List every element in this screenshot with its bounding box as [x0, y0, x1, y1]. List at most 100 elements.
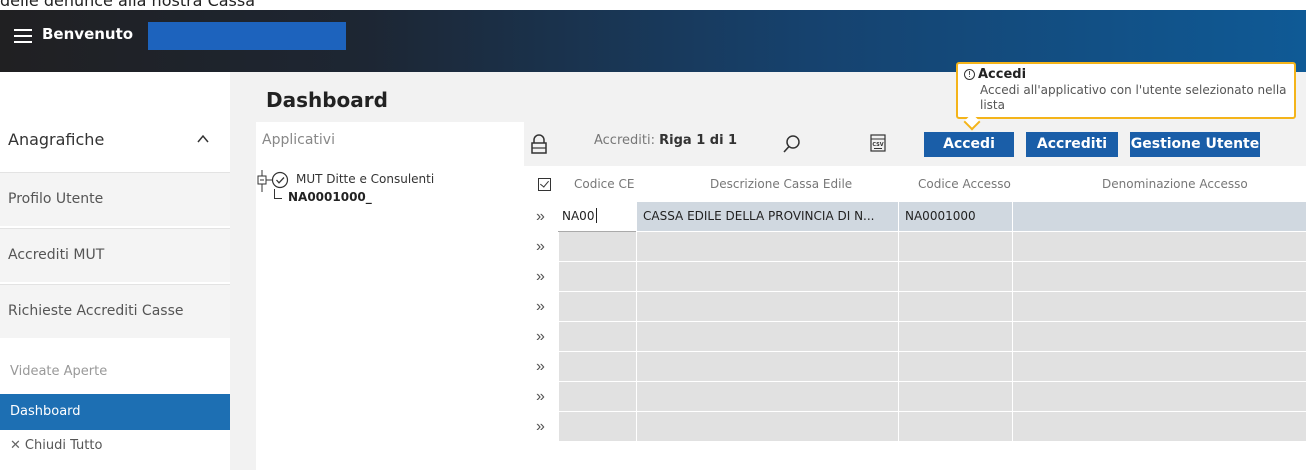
row-expand-icon[interactable]: » — [536, 298, 545, 316]
username-redacted — [148, 22, 346, 50]
cell-denominazione[interactable] — [1012, 322, 1306, 351]
sidebar-section-anagrafiche[interactable]: Anagrafiche — [0, 128, 230, 156]
accedi-button[interactable]: Accedi — [924, 132, 1014, 157]
cell-codice-ce[interactable] — [558, 232, 636, 261]
cell-denominazione[interactable] — [1012, 262, 1306, 291]
cell-denominazione[interactable] — [1012, 232, 1306, 261]
cell-codice-accesso[interactable] — [898, 322, 1012, 351]
accedi-tooltip: ! Accedi Accedi all'applicativo con l'ute… — [956, 62, 1296, 119]
close-all-label: Chiudi Tutto — [24, 438, 103, 453]
sidebar-item-profilo-utente[interactable]: Profilo Utente — [0, 172, 230, 226]
tree-node-mut[interactable]: MUT Ditte e Consulenti — [256, 170, 524, 192]
tree-node-label: MUT Ditte e Consulenti — [296, 172, 435, 186]
sidebar-item-accrediti-mut[interactable]: Accrediti MUT — [0, 228, 230, 282]
accrediti-count: Riga 1 di 1 — [659, 133, 738, 148]
cell-descrizione[interactable] — [636, 262, 898, 291]
close-all-button[interactable]: ✕ Chiudi Tutto — [10, 438, 102, 453]
cell-codice-ce[interactable] — [558, 412, 636, 441]
cell-descrizione[interactable] — [636, 292, 898, 321]
table-row[interactable]: » — [524, 262, 1306, 292]
table-row[interactable]: » — [524, 232, 1306, 262]
grid-toolbar: Accrediti: Riga 1 di 1 CSV Accedi Accred… — [524, 122, 1306, 164]
cell-codice-ce[interactable] — [558, 262, 636, 291]
select-all-checkbox[interactable] — [538, 178, 551, 191]
row-expand-icon[interactable]: » — [536, 358, 545, 376]
csv-export-icon[interactable]: CSV — [870, 134, 886, 152]
cell-denominazione[interactable] — [1012, 292, 1306, 321]
cell-value: NA0001000 — [905, 209, 976, 223]
sidebar: Anagrafiche Profilo Utente Accrediti MUT… — [0, 72, 230, 470]
lock-icon[interactable] — [530, 134, 548, 154]
column-header-denominazione[interactable]: Denominazione Accesso — [1102, 177, 1248, 191]
cell-codice-accesso[interactable] — [898, 412, 1012, 441]
table-row[interactable]: » — [524, 382, 1306, 412]
open-view-label: Dashboard — [10, 404, 81, 419]
sidebar-item-label: Profilo Utente — [8, 191, 104, 207]
cell-descrizione[interactable] — [636, 352, 898, 381]
table-row[interactable]: » NA00 CASSA EDILE DELLA PROVINCIA DI N...… — [524, 202, 1306, 232]
accrediti-button[interactable]: Accrediti — [1026, 132, 1118, 157]
row-expand-icon[interactable]: » — [536, 208, 545, 226]
applications-label: Applicativi — [262, 132, 335, 148]
tree-elbow — [274, 189, 282, 199]
page-caption: delle denunce alla nostra Cassa — [0, 0, 256, 10]
cell-codice-accesso[interactable] — [898, 262, 1012, 291]
open-views-label: Videate Aperte — [10, 364, 108, 379]
gestione-utente-button[interactable]: Gestione Utente — [1130, 132, 1260, 157]
welcome-label: Benvenuto — [42, 25, 134, 43]
accrediti-grid: Codice CE Descrizione Cassa Edile Codice… — [524, 166, 1306, 470]
column-header-codice-ce[interactable]: Codice CE — [574, 177, 634, 191]
tree-child-label: NA0001000_ — [288, 190, 372, 204]
page-title: Dashboard — [266, 88, 388, 112]
sidebar-section-label: Anagrafiche — [8, 130, 105, 149]
text-caret — [596, 208, 597, 223]
table-row[interactable]: » — [524, 412, 1306, 442]
cell-codice-accesso[interactable] — [898, 292, 1012, 321]
cell-codice-accesso[interactable] — [898, 232, 1012, 261]
cell-value: CASSA EDILE DELLA PROVINCIA DI N... — [643, 209, 875, 223]
svg-text:CSV: CSV — [872, 142, 883, 148]
sidebar-item-label: Richieste Accrediti Casse — [8, 303, 184, 319]
row-expand-icon[interactable]: » — [536, 238, 545, 256]
search-icon[interactable] — [782, 134, 802, 154]
cell-codice-ce[interactable] — [558, 352, 636, 381]
cell-codice-accesso[interactable] — [898, 382, 1012, 411]
accrediti-prefix: Accrediti: — [594, 133, 655, 148]
cell-descrizione[interactable]: CASSA EDILE DELLA PROVINCIA DI N... — [636, 202, 898, 231]
table-row[interactable]: » — [524, 322, 1306, 352]
info-icon: ! — [964, 69, 975, 80]
row-expand-icon[interactable]: » — [536, 268, 545, 286]
cell-denominazione[interactable] — [1012, 352, 1306, 381]
grid-header: Codice CE Descrizione Cassa Edile Codice… — [524, 166, 1306, 202]
main-content: Dashboard Applicativi MUT Ditte e Consul… — [230, 72, 1306, 470]
sidebar-item-richieste-accrediti[interactable]: Richieste Accrediti Casse — [0, 284, 230, 338]
hamburger-menu-icon[interactable] — [14, 29, 32, 43]
cell-descrizione[interactable] — [636, 382, 898, 411]
cell-denominazione[interactable] — [1012, 412, 1306, 441]
open-view-dashboard[interactable]: Dashboard — [0, 394, 230, 430]
cell-denominazione[interactable] — [1012, 202, 1306, 231]
tooltip-body: Accedi all'applicativo con l'utente sele… — [980, 83, 1287, 112]
cell-codice-accesso[interactable]: NA0001000 — [898, 202, 1012, 231]
cell-codice-ce[interactable] — [558, 322, 636, 351]
table-row[interactable]: » — [524, 292, 1306, 322]
codice-ce-input[interactable]: NA00 — [558, 202, 636, 232]
column-header-descrizione[interactable]: Descrizione Cassa Edile — [710, 177, 852, 191]
table-row[interactable]: » — [524, 352, 1306, 382]
accrediti-row-count: Accrediti: Riga 1 di 1 — [594, 133, 737, 148]
cell-descrizione[interactable] — [636, 232, 898, 261]
cell-codice-ce[interactable] — [558, 382, 636, 411]
cell-descrizione[interactable] — [636, 412, 898, 441]
cell-codice-accesso[interactable] — [898, 352, 1012, 381]
row-expand-icon[interactable]: » — [536, 388, 545, 406]
chevron-up-icon — [197, 134, 209, 143]
cell-denominazione[interactable] — [1012, 382, 1306, 411]
cell-codice-ce[interactable] — [558, 292, 636, 321]
app-window: delle denunce alla nostra Cassa Benvenut… — [0, 0, 1306, 470]
sidebar-item-label: Accrediti MUT — [8, 247, 105, 263]
row-expand-icon[interactable]: » — [536, 418, 545, 436]
row-expand-icon[interactable]: » — [536, 328, 545, 346]
cell-descrizione[interactable] — [636, 322, 898, 351]
close-icon: ✕ — [10, 438, 21, 453]
column-header-codice-accesso[interactable]: Codice Accesso — [918, 177, 1011, 191]
